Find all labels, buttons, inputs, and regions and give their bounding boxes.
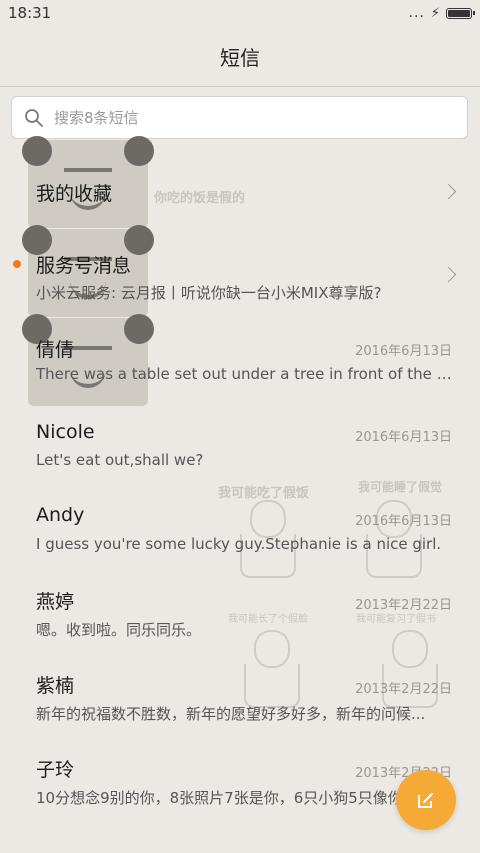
- page-title: 短信: [220, 45, 260, 70]
- conversation-name: 子玲: [36, 759, 75, 781]
- conversation-name: 我的收藏: [36, 183, 113, 205]
- conversation-date: 2016年6月13日: [355, 430, 452, 445]
- conversation-list: 我的收藏 服务号消息 小米云服务: 云月报丨听说你缺一台小米MIX尊享版? 倩倩…: [0, 143, 480, 818]
- conversation-date: 2016年6月13日: [355, 514, 452, 529]
- conversation-name: 燕婷: [36, 591, 75, 613]
- conversation-name: 服务号消息: [36, 255, 132, 277]
- list-item-favorites[interactable]: 我的收藏: [0, 143, 480, 227]
- conversation-name: Nicole: [36, 421, 95, 443]
- list-item-conversation[interactable]: Nicole 2016年6月13日 Let's eat out,shall we…: [0, 398, 480, 482]
- compose-icon: [418, 793, 433, 808]
- conversation-preview: 小米云服务: 云月报丨听说你缺一台小米MIX尊享版?: [36, 284, 382, 302]
- search-bar[interactable]: [11, 96, 468, 139]
- conversation-preview: I guess you're some lucky guy.Stephanie …: [36, 535, 442, 553]
- signal-dots-icon: ...: [408, 5, 425, 21]
- list-item-conversation[interactable]: Andy 2016年6月13日 I guess you're some luck…: [0, 482, 480, 566]
- conversation-name: 倩倩: [36, 339, 75, 361]
- title-bar: 短信: [0, 26, 480, 87]
- list-item-conversation[interactable]: 倩倩 2016年6月13日 There was a table set out …: [0, 313, 480, 398]
- conversation-date: 2013年2月22日: [355, 682, 452, 697]
- conversation-date: 2013年2月22日: [355, 598, 452, 613]
- conversation-name: Andy: [36, 504, 85, 526]
- search-input[interactable]: [52, 107, 436, 128]
- conversation-preview: Let's eat out,shall we?: [36, 451, 204, 469]
- status-bar: 18:31 ... ⚡: [0, 0, 480, 26]
- chevron-right-icon: [440, 266, 457, 283]
- battery-icon: [446, 7, 475, 19]
- list-item-service-messages[interactable]: 服务号消息 小米云服务: 云月报丨听说你缺一台小米MIX尊享版?: [0, 227, 480, 313]
- conversation-preview: 嗯。收到啦。同乐同乐。: [36, 621, 202, 639]
- conversation-preview: 10分想念9别的你，8张照片7张是你，6只小狗5只像你: [36, 789, 403, 807]
- search-icon: [25, 108, 43, 127]
- chevron-right-icon: [440, 183, 457, 200]
- list-item-conversation[interactable]: 紫楠 2013年2月22日 新年的祝福数不胜数，新年的愿望好多好多，新年的问候.…: [0, 650, 480, 734]
- conversation-date: 2016年6月13日: [355, 344, 452, 359]
- conversation-name: 紫楠: [36, 675, 75, 697]
- status-time: 18:31: [8, 4, 52, 22]
- compose-button[interactable]: [396, 770, 456, 830]
- conversation-preview: 新年的祝福数不胜数，新年的愿望好多好多，新年的问候...: [36, 705, 426, 723]
- status-indicators: ... ⚡: [408, 5, 475, 21]
- charging-icon: ⚡: [430, 5, 440, 21]
- unread-dot-icon: [13, 260, 21, 268]
- conversation-preview: There was a table set out under a tree i…: [36, 365, 452, 383]
- list-item-conversation[interactable]: 燕婷 2013年2月22日 嗯。收到啦。同乐同乐。: [0, 566, 480, 650]
